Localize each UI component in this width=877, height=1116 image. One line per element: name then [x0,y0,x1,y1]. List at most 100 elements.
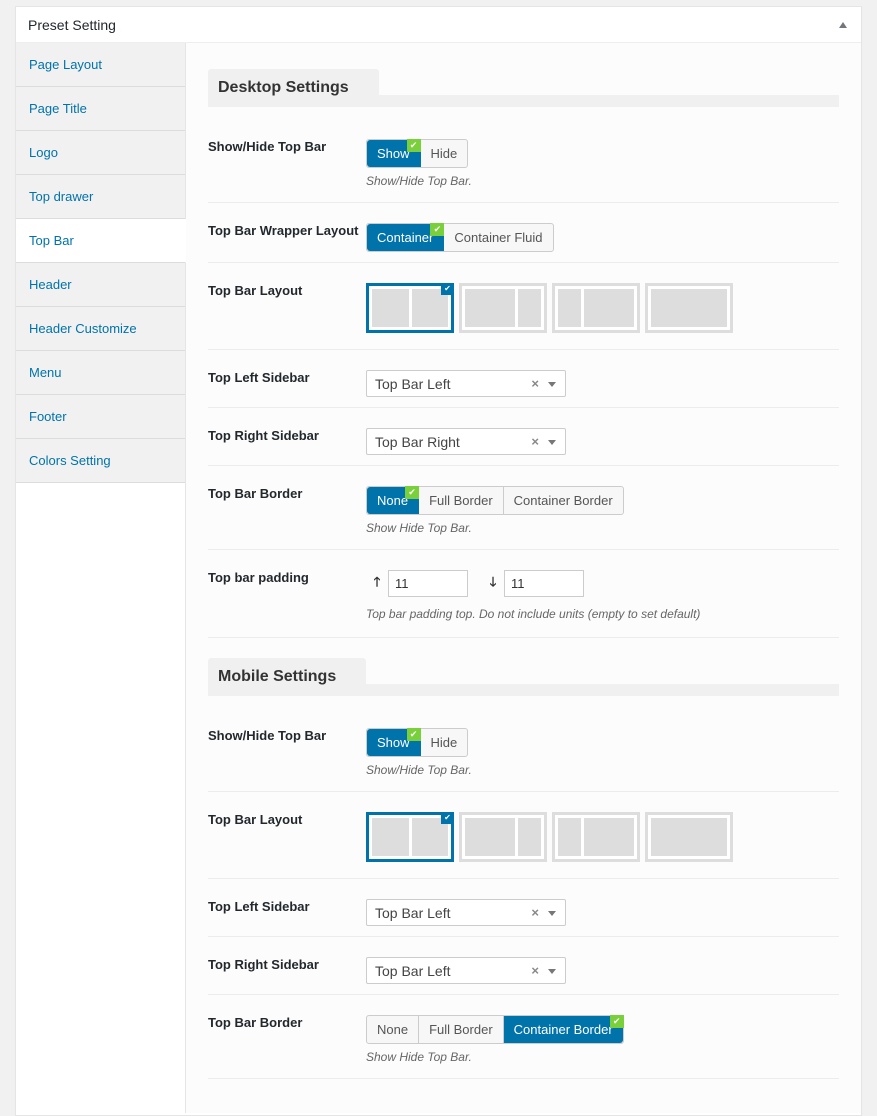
full-border-button[interactable]: Full Border [419,487,504,514]
field-description: Show Hide Top Bar. [366,521,472,535]
mobile-border-row: Top Bar Border None Full Border Containe… [208,995,839,1079]
hide-button[interactable]: Hide [420,729,468,756]
field-label: Top Bar Layout [208,812,303,827]
mobile-border-toggle: None Full Border Container Border ✔ [366,1015,624,1044]
field-label: Top Bar Wrapper Layout [208,223,359,238]
field-description: Show Hide Top Bar. [366,1050,472,1064]
preset-setting-panel: Preset Setting Page Layout Page Title Lo… [15,6,862,1116]
clear-icon[interactable]: × [531,905,539,920]
container-border-button[interactable]: Container Border ✔ [503,1015,624,1043]
field-label: Top Bar Border [208,486,303,501]
select-value: Top Bar Left [375,904,451,921]
chevron-down-icon[interactable] [548,440,556,445]
check-icon: ✔ [406,139,421,152]
clear-icon[interactable]: × [531,434,539,449]
border-none-button[interactable]: None ✔ [367,486,420,514]
top-left-sidebar-select[interactable]: Top Bar Left × [366,370,566,397]
container-border-button[interactable]: Container Border [503,487,623,514]
sidebar-item-menu[interactable]: Menu [16,351,185,395]
desktop-wrapper-row: Top Bar Wrapper Layout Container ✔ Contai… [208,203,839,263]
panel-header[interactable]: Preset Setting [16,7,861,43]
clear-icon[interactable]: × [531,376,539,391]
check-icon: ✔ [405,486,420,499]
check-icon: ✔ [441,283,454,295]
sidebar-item-top-bar[interactable]: Top Bar [16,219,186,263]
padding-bottom-field: 🡓 [482,570,584,597]
layout-option-wide-right[interactable] [552,812,640,862]
arrow-down-icon: 🡓 [489,573,497,589]
layout-picker: ✔ [366,283,839,333]
select-value: Top Bar Left [375,375,451,392]
layout-picker: ✔ [366,812,839,862]
sidebar-item-logo[interactable]: Logo [16,131,185,175]
mobile-top-right-sidebar-select[interactable]: Top Bar Left × [366,957,566,984]
layout-option-two-equal[interactable]: ✔ [366,812,454,862]
mobile-show-hide-toggle: Show ✔ Hide [366,728,469,757]
arrow-up-icon: 🡑 [373,573,381,589]
layout-option-wide-right[interactable] [552,283,640,333]
chevron-down-icon[interactable] [548,382,556,387]
field-label: Show/Hide Top Bar [208,139,327,154]
desktop-section-title: Desktop Settings [208,69,379,107]
wrapper-layout-toggle: Container ✔ Container Fluid [366,223,554,252]
mobile-section-heading: Mobile Settings [208,658,839,696]
field-label: Top Right Sidebar [208,957,319,972]
show-button[interactable]: Show ✔ [367,728,421,756]
field-label: Top Right Sidebar [208,428,319,443]
container-fluid-button[interactable]: Container Fluid [444,224,553,251]
padding-top-field: 🡑 [366,570,468,597]
sidebar-item-page-title[interactable]: Page Title [16,87,185,131]
hide-button[interactable]: Hide [420,140,468,167]
field-label: Show/Hide Top Bar [208,728,327,743]
mobile-top-left-sidebar-select[interactable]: Top Bar Left × [366,899,566,926]
clear-icon[interactable]: × [531,963,539,978]
border-toggle: None ✔ Full Border Container Border [366,486,624,515]
desktop-padding-row: Top bar padding 🡑 🡓 Top bar padding top.… [208,550,839,638]
settings-main: Desktop Settings Show/Hide Top Bar Show ✔… [186,43,861,1113]
field-label: Top Bar Border [208,1015,303,1030]
field-label: Top Left Sidebar [208,370,310,385]
layout-option-full[interactable] [645,283,733,333]
layout-option-full[interactable] [645,812,733,862]
field-description: Show/Hide Top Bar. [366,174,472,188]
select-value: Top Bar Left [375,962,451,979]
chevron-down-icon[interactable] [548,911,556,916]
sidebar-item-header[interactable]: Header [16,263,185,307]
check-icon: ✔ [430,223,445,236]
border-none-button[interactable]: None [367,1016,420,1043]
padding-bottom-input[interactable] [504,570,584,597]
mobile-right-sidebar-row: Top Right Sidebar Top Bar Left × [208,937,839,995]
chevron-down-icon[interactable] [548,969,556,974]
sidebar-item-colors-setting[interactable]: Colors Setting [16,439,185,483]
full-border-button[interactable]: Full Border [419,1016,504,1043]
mobile-section-title: Mobile Settings [208,658,367,696]
sidebar-item-top-drawer[interactable]: Top drawer [16,175,185,219]
desktop-layout-row: Top Bar Layout ✔ [208,263,839,350]
desktop-section-heading: Desktop Settings [208,69,839,107]
panel-title: Preset Setting [28,16,116,33]
padding-top-input[interactable] [388,570,468,597]
sidebar-item-header-customize[interactable]: Header Customize [16,307,185,351]
desktop-left-sidebar-row: Top Left Sidebar Top Bar Left × [208,350,839,408]
check-icon: ✔ [441,812,454,824]
desktop-border-row: Top Bar Border None ✔ Full Border Contain… [208,466,839,550]
field-description: Top bar padding top. Do not include unit… [366,607,701,621]
select-value: Top Bar Right [375,433,460,450]
show-button[interactable]: Show ✔ [367,139,421,167]
sidebar-item-page-layout[interactable]: Page Layout [16,43,185,87]
layout-option-wide-left[interactable] [459,812,547,862]
field-description: Show/Hide Top Bar. [366,763,472,777]
desktop-show-hide-toggle: Show ✔ Hide [366,139,469,168]
check-icon: ✔ [609,1015,624,1028]
collapse-arrow-icon[interactable] [839,21,847,28]
sidebar-item-footer[interactable]: Footer [16,395,185,439]
container-button[interactable]: Container ✔ [367,223,445,251]
field-label: Top bar padding [208,570,309,585]
desktop-right-sidebar-row: Top Right Sidebar Top Bar Right × [208,408,839,466]
settings-sidebar: Page Layout Page Title Logo Top drawer T… [16,43,186,1113]
field-label: Top Left Sidebar [208,899,310,914]
check-icon: ✔ [406,728,421,741]
top-right-sidebar-select[interactable]: Top Bar Right × [366,428,566,455]
layout-option-two-equal[interactable]: ✔ [366,283,454,333]
layout-option-wide-left[interactable] [459,283,547,333]
